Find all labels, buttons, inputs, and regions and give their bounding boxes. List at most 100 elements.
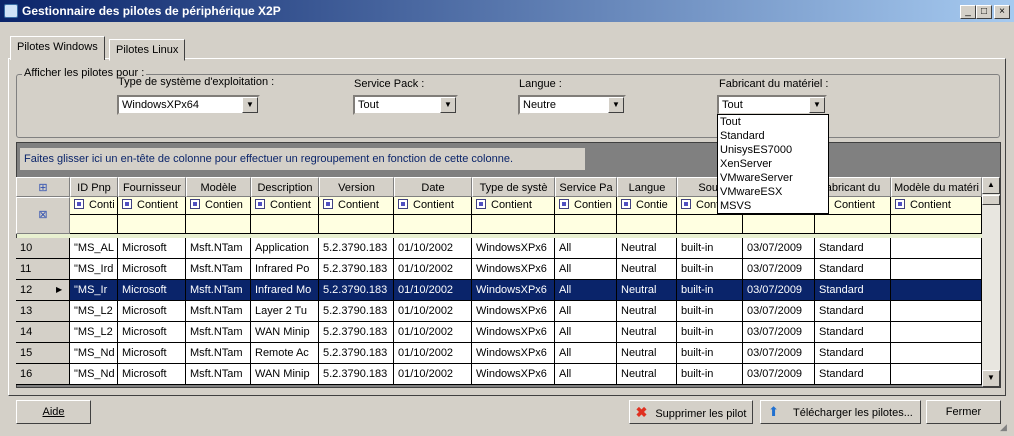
filter-checkbox[interactable]	[323, 199, 333, 209]
grid-cell[interactable]: All	[555, 343, 617, 364]
column-filter-input[interactable]	[677, 215, 743, 234]
grid-cell[interactable]: WindowsXPx6	[472, 280, 555, 301]
grid-cell[interactable]: Neutral	[617, 280, 677, 301]
grid-cell[interactable]: Neutral	[617, 364, 677, 385]
grid-cell[interactable]: Standard	[815, 259, 891, 280]
grid-cell[interactable]: WAN Minip	[251, 322, 319, 343]
column-filter[interactable]: Contient	[118, 197, 186, 215]
column-header[interactable]: Modèle du matéri	[891, 177, 982, 197]
grid-cell[interactable]: built-in	[677, 280, 743, 301]
maker-option[interactable]: Tout	[720, 115, 828, 129]
row-header[interactable]: 11	[16, 259, 70, 280]
column-filter[interactable]: Contien	[555, 197, 617, 215]
tab-linux-drivers[interactable]: Pilotes Linux	[109, 39, 186, 61]
grid-cell[interactable]: Application	[251, 238, 319, 259]
scroll-up-button[interactable]: ▲	[982, 177, 1000, 194]
column-header[interactable]: Version	[319, 177, 394, 197]
grid-cell[interactable]: Standard	[815, 238, 891, 259]
column-filter[interactable]: Contient	[891, 197, 982, 215]
maker-option[interactable]: MSVS	[720, 199, 828, 213]
maker-option[interactable]: XenServer	[720, 157, 828, 171]
column-filter-input[interactable]	[251, 215, 319, 234]
tab-windows-drivers[interactable]: Pilotes Windows	[10, 36, 105, 60]
grid-cell[interactable]: Microsoft	[118, 322, 186, 343]
grid-cell[interactable]: 03/07/2009	[743, 238, 815, 259]
column-filter-input[interactable]	[394, 215, 472, 234]
grid-cell[interactable]: WindowsXPx6	[472, 322, 555, 343]
grid-cell[interactable]: Msft.NTam	[186, 364, 251, 385]
column-header[interactable]: Modèle	[186, 177, 251, 197]
grid-cell[interactable]: "MS_Ird	[70, 259, 118, 280]
grid-cell[interactable]	[891, 364, 982, 385]
grid-cell[interactable]	[891, 238, 982, 259]
os-select[interactable]: WindowsXPx64 ▼	[117, 95, 260, 115]
grid-cell[interactable]	[891, 322, 982, 343]
column-header[interactable]: ID Pnp	[70, 177, 118, 197]
grid-cell[interactable]: Infrared Mo	[251, 280, 319, 301]
grid-cell[interactable]: 03/07/2009	[743, 280, 815, 301]
grid-cell[interactable]: WindowsXPx6	[472, 238, 555, 259]
column-filter-input[interactable]	[118, 215, 186, 234]
grid-cell[interactable]: Neutral	[617, 238, 677, 259]
grid-cell[interactable]: 5.2.3790.183	[319, 364, 394, 385]
grid-cell[interactable]: All	[555, 364, 617, 385]
grid-cell[interactable]: 03/07/2009	[743, 322, 815, 343]
grid-cell[interactable]: WindowsXPx6	[472, 301, 555, 322]
grid-cell[interactable]: Msft.NTam	[186, 322, 251, 343]
grid-cell[interactable]: Msft.NTam	[186, 343, 251, 364]
column-header[interactable]: Type de systè	[472, 177, 555, 197]
grid-cell[interactable]	[891, 280, 982, 301]
grid-cell[interactable]: 5.2.3790.183	[319, 259, 394, 280]
grid-cell[interactable]: Msft.NTam	[186, 301, 251, 322]
grid-cell[interactable]: "MS_Nd	[70, 343, 118, 364]
grid-cell[interactable]: 01/10/2002	[394, 343, 472, 364]
grid-cell[interactable]: 5.2.3790.183	[319, 280, 394, 301]
grid-cell[interactable]: 03/07/2009	[743, 301, 815, 322]
grid-cell[interactable]: Microsoft	[118, 301, 186, 322]
maker-option[interactable]: VMwareServer	[720, 171, 828, 185]
row-header[interactable]: 16	[16, 364, 70, 385]
column-header[interactable]: Fournisseur	[118, 177, 186, 197]
grid-cell[interactable]: Neutral	[617, 301, 677, 322]
grid-cell[interactable]: 5.2.3790.183	[319, 343, 394, 364]
grid-cell[interactable]: "MS_AL	[70, 238, 118, 259]
grid-cell[interactable]: "MS_Ir	[70, 280, 118, 301]
column-header[interactable]: Date	[394, 177, 472, 197]
chevron-down-icon[interactable]: ▼	[809, 97, 825, 113]
grid-cell[interactable]: 01/10/2002	[394, 259, 472, 280]
grid-cell[interactable]: Neutral	[617, 322, 677, 343]
grid-cell[interactable]: 01/10/2002	[394, 301, 472, 322]
grid-cell[interactable]: Microsoft	[118, 280, 186, 301]
grid-cell[interactable]: Microsoft	[118, 238, 186, 259]
grid-cell[interactable]: 01/10/2002	[394, 280, 472, 301]
grid-cell[interactable]: WindowsXPx6	[472, 259, 555, 280]
column-header[interactable]: Langue	[617, 177, 677, 197]
grid-cell[interactable]: Standard	[815, 322, 891, 343]
grid-cell[interactable]: "MS_Nd	[70, 364, 118, 385]
filter-checkbox[interactable]	[895, 199, 905, 209]
grid-cell[interactable]: 5.2.3790.183	[319, 301, 394, 322]
column-filter-input[interactable]	[186, 215, 251, 234]
scroll-thumb[interactable]	[982, 195, 1000, 205]
close-button[interactable]: Fermer	[926, 400, 1001, 424]
grid-cell[interactable]: Layer 2 Tu	[251, 301, 319, 322]
grid-cell[interactable]: 5.2.3790.183	[319, 238, 394, 259]
grid-cell[interactable]: built-in	[677, 301, 743, 322]
maker-option[interactable]: UnisysES7000	[720, 143, 828, 157]
chevron-down-icon[interactable]: ▼	[242, 97, 258, 113]
column-filter-input[interactable]	[891, 215, 982, 234]
help-button[interactable]: Aide	[16, 400, 91, 424]
upload-drivers-button[interactable]: ⬆ Télécharger les pilotes...	[760, 400, 921, 424]
column-filter[interactable]: Contien	[186, 197, 251, 215]
grid-cell[interactable]: Remote Ac	[251, 343, 319, 364]
column-filter-input[interactable]	[743, 215, 815, 234]
column-filter-input[interactable]	[472, 215, 555, 234]
column-chooser-icon[interactable]: ⊞	[16, 177, 70, 197]
grid-cell[interactable]: All	[555, 322, 617, 343]
grid-cell[interactable]	[891, 259, 982, 280]
grid-cell[interactable]: WindowsXPx6	[472, 343, 555, 364]
grid-cell[interactable]: Msft.NTam	[186, 280, 251, 301]
grid-cell[interactable]: "MS_L2	[70, 301, 118, 322]
maximize-button[interactable]: □	[976, 5, 992, 19]
row-header[interactable]: ▶ 12	[16, 280, 70, 301]
